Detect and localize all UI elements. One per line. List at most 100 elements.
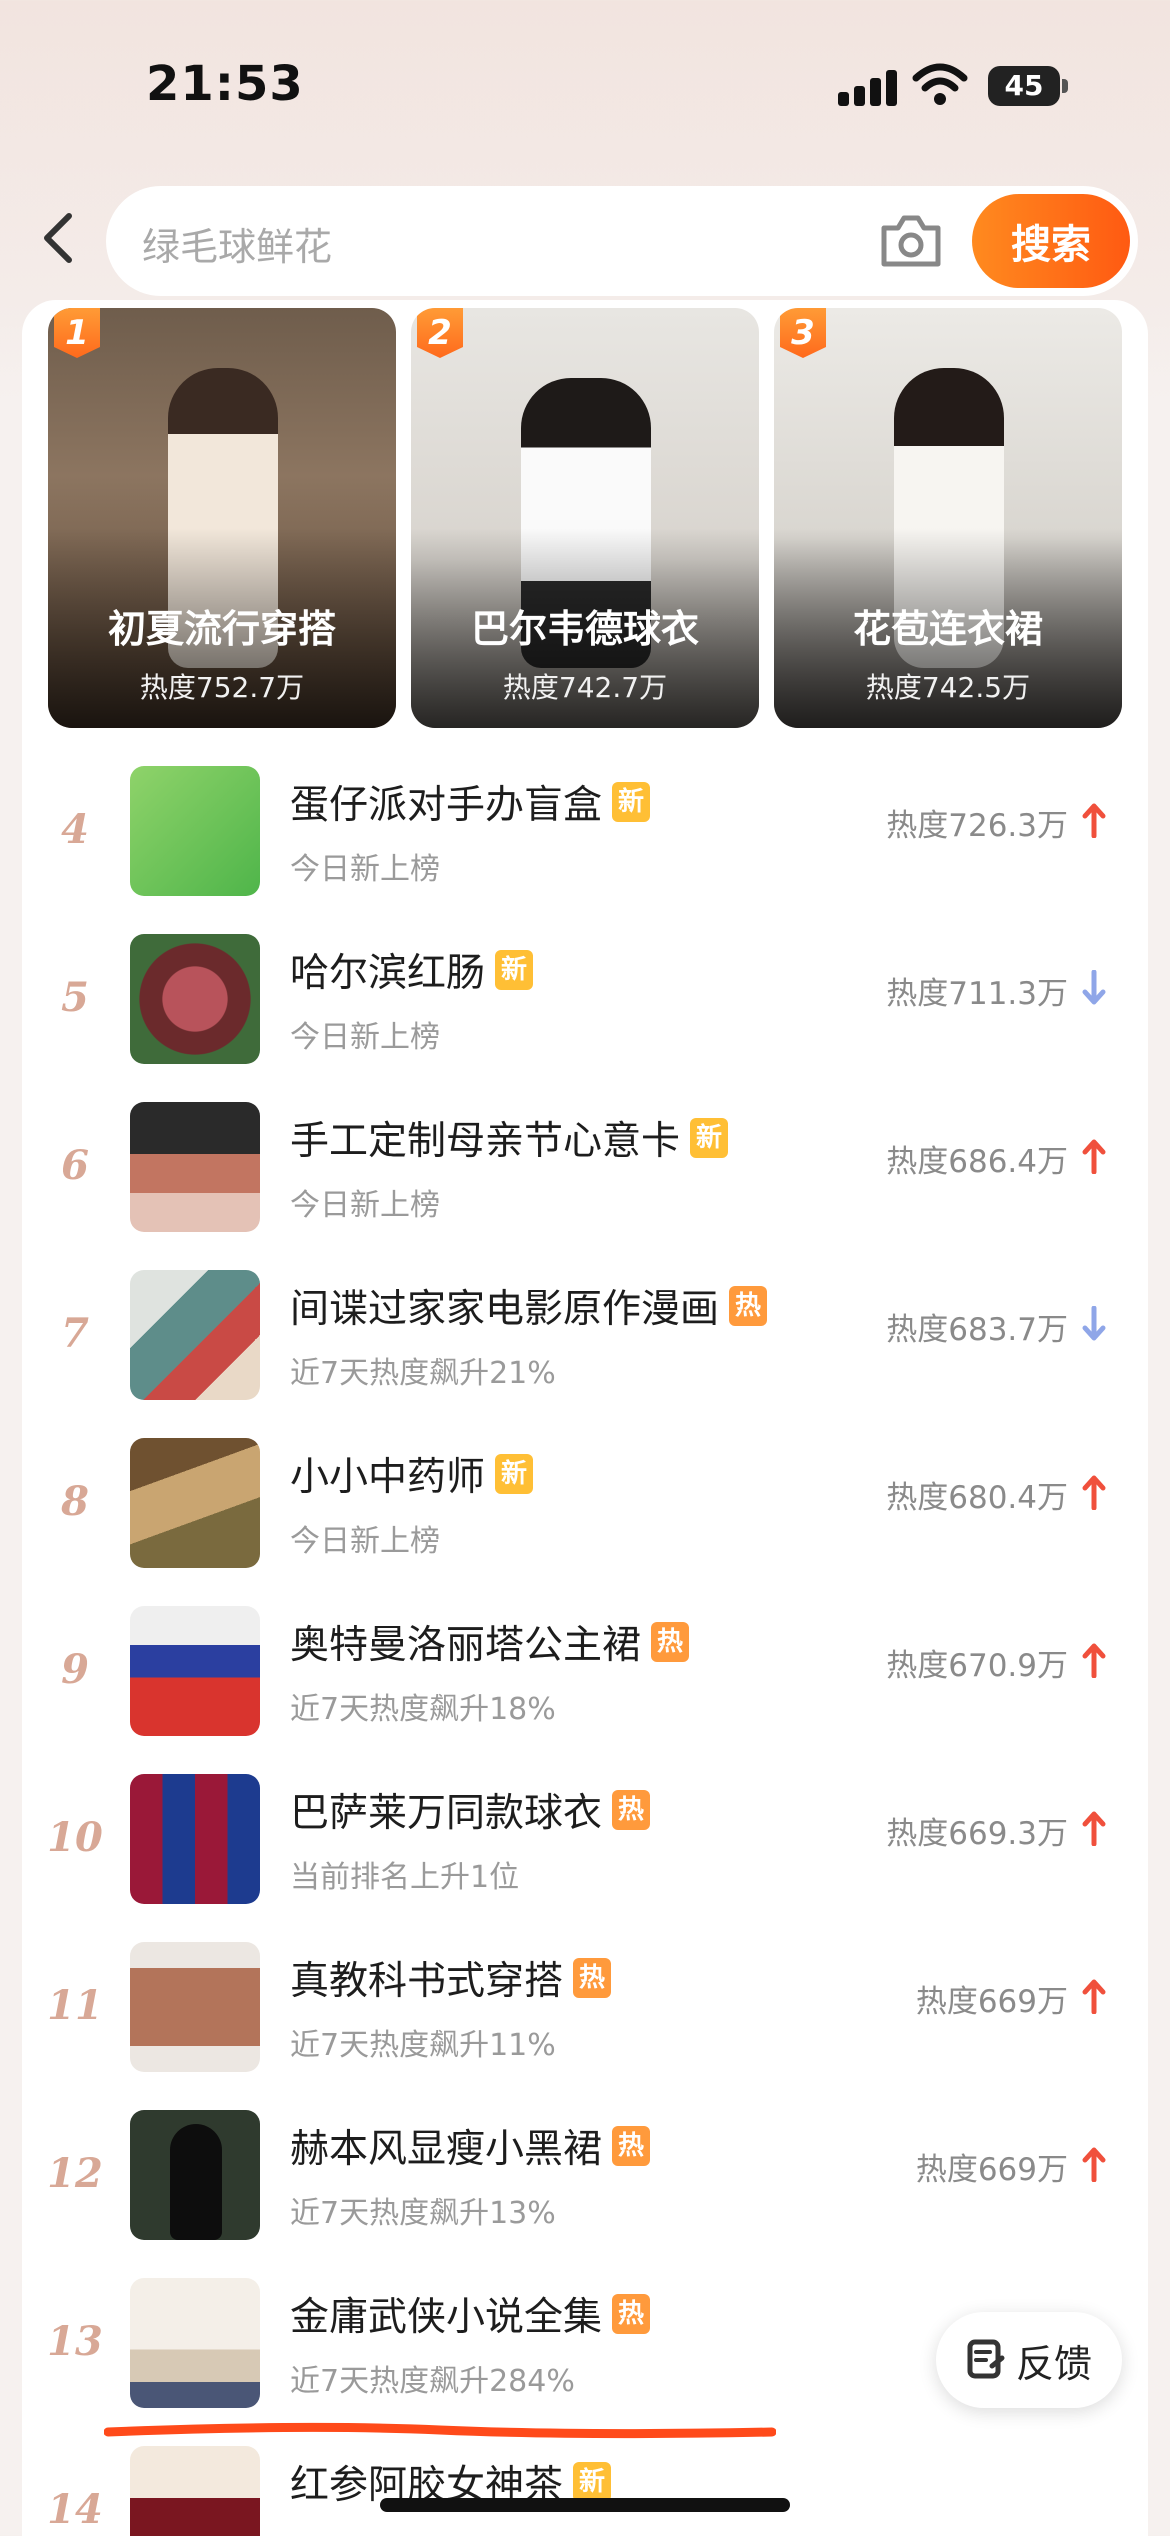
heat-value: 热度669万 bbox=[915, 2152, 1068, 2188]
item-title: 间谍过家家电影原作漫画热 bbox=[290, 1278, 768, 1334]
product-thumbnail bbox=[130, 1774, 260, 1904]
battery-level: 45 bbox=[988, 66, 1060, 106]
heat-value: 热度711.3万 bbox=[886, 976, 1068, 1012]
back-button[interactable] bbox=[30, 208, 86, 268]
item-title-text: 赫本风显瘦小黑裙 bbox=[290, 2127, 603, 2172]
search-input[interactable]: 绿毛球鲜花 bbox=[142, 216, 332, 271]
product-thumbnail bbox=[130, 1270, 260, 1400]
item-title-text: 小小中药师 bbox=[290, 1455, 486, 1500]
rank-number: 5 bbox=[61, 974, 89, 1021]
battery-icon: 45 bbox=[988, 66, 1068, 106]
item-subtitle: 近7天热度飙升284% bbox=[290, 2364, 575, 2399]
heat-value: 热度670.9万 bbox=[886, 1648, 1068, 1684]
rank-number: 4 bbox=[61, 806, 89, 853]
product-thumbnail bbox=[130, 766, 260, 896]
item-title-text: 手工定制母亲节心意卡 bbox=[290, 1119, 681, 1164]
list-item[interactable]: 5 哈尔滨红肠新 今日新上榜 热度711.3万 bbox=[22, 932, 1148, 1100]
item-title-text: 真教科书式穿搭 bbox=[290, 1959, 564, 2004]
search-bar[interactable]: 绿毛球鲜花 搜索 bbox=[106, 186, 1138, 296]
hot-tag: 热 bbox=[729, 1286, 768, 1326]
trend-up-icon bbox=[1082, 1139, 1106, 1174]
product-thumbnail bbox=[130, 1102, 260, 1232]
list-item[interactable]: 9 奥特曼洛丽塔公主裙热 近7天热度飙升18% 热度670.9万 bbox=[22, 1604, 1148, 1772]
wifi-icon bbox=[912, 63, 968, 105]
item-subtitle: 今日新上榜 bbox=[290, 1020, 440, 1055]
heat-value: 热度683.7万 bbox=[886, 1312, 1068, 1348]
trend-up-icon bbox=[1082, 1979, 1106, 2014]
item-subtitle: 当前排名上升1位 bbox=[290, 1860, 520, 1895]
item-title: 小小中药师新 bbox=[290, 1446, 534, 1502]
item-title: 真教科书式穿搭热 bbox=[290, 1950, 612, 2006]
item-title-text: 蛋仔派对手办盲盒 bbox=[290, 783, 603, 828]
new-tag: 新 bbox=[690, 1118, 729, 1158]
heat-value: 热度669.3万 bbox=[886, 1816, 1068, 1852]
product-thumbnail bbox=[130, 1606, 260, 1736]
status-time: 21:53 bbox=[146, 56, 304, 112]
rank-number: 8 bbox=[61, 1478, 89, 1525]
item-title-text: 巴萨莱万同款球衣 bbox=[290, 1791, 603, 1836]
heat-value: 热度726.3万 bbox=[886, 808, 1068, 844]
home-indicator[interactable] bbox=[380, 2498, 790, 2512]
item-title: 金庸武侠小说全集热 bbox=[290, 2286, 651, 2342]
item-subtitle: 今日新上榜 bbox=[290, 1524, 440, 1559]
product-thumbnail bbox=[130, 2278, 260, 2408]
heat-value: 热度669万 bbox=[915, 1984, 1068, 2020]
list-item[interactable]: 4 蛋仔派对手办盲盒新 今日新上榜 热度726.3万 bbox=[22, 764, 1148, 932]
item-title-text: 间谍过家家电影原作漫画 bbox=[290, 1287, 720, 1332]
trend-up-icon bbox=[1082, 1475, 1106, 1510]
item-subtitle: 近7天热度飙升18% bbox=[290, 1692, 556, 1727]
camera-icon[interactable] bbox=[878, 212, 944, 270]
list-item[interactable]: 6 手工定制母亲节心意卡新 今日新上榜 热度686.4万 bbox=[22, 1100, 1148, 1268]
feedback-button[interactable]: 反馈 bbox=[936, 2312, 1122, 2408]
trend-up-icon bbox=[1082, 1643, 1106, 1678]
product-thumbnail bbox=[130, 1438, 260, 1568]
rank-number: 11 bbox=[47, 1982, 103, 2029]
list-item[interactable]: 8 小小中药师新 今日新上榜 热度680.4万 bbox=[22, 1436, 1148, 1604]
rank-number: 7 bbox=[61, 1310, 89, 1357]
heat-value: 热度680.4万 bbox=[886, 1480, 1068, 1516]
annotation-underline bbox=[104, 2422, 776, 2439]
rank-number: 9 bbox=[61, 1646, 89, 1693]
rank-number: 10 bbox=[47, 1814, 103, 1861]
search-button[interactable]: 搜索 bbox=[972, 194, 1130, 288]
item-title-text: 金庸武侠小说全集 bbox=[290, 2295, 603, 2340]
card-heat: 热度752.7万 bbox=[139, 671, 305, 704]
card-title: 巴尔韦德球衣 bbox=[470, 607, 699, 651]
item-title: 赫本风显瘦小黑裙热 bbox=[290, 2118, 651, 2174]
feedback-icon bbox=[967, 2339, 1005, 2379]
top-card-1[interactable]: 1 初夏流行穿搭 热度752.7万 bbox=[48, 308, 396, 728]
item-subtitle: 近7天热度飙升11% bbox=[290, 2028, 556, 2063]
product-thumbnail bbox=[130, 934, 260, 1064]
item-subtitle: 今日新上榜 bbox=[290, 852, 440, 887]
item-subtitle: 近7天热度飙升21% bbox=[290, 1356, 556, 1391]
top-card-2[interactable]: 2 巴尔韦德球衣 热度742.7万 bbox=[411, 308, 759, 728]
new-tag: 新 bbox=[495, 950, 534, 990]
hot-tag: 热 bbox=[612, 2126, 651, 2166]
list-item[interactable]: 10 巴萨莱万同款球衣热 当前排名上升1位 热度669.3万 bbox=[22, 1772, 1148, 1940]
chevron-left-icon bbox=[44, 213, 72, 263]
list-item[interactable]: 14 红参阿胶女神茶新 bbox=[22, 2444, 1148, 2536]
list-item[interactable]: 7 间谍过家家电影原作漫画热 近7天热度飙升21% 热度683.7万 bbox=[22, 1268, 1148, 1436]
list-item[interactable]: 11 真教科书式穿搭热 近7天热度飙升11% 热度669万 bbox=[22, 1940, 1148, 2108]
ranking-panel: 1 初夏流行穿搭 热度752.7万 2 巴尔韦德球衣 热度742.7万 3 花苞… bbox=[22, 300, 1148, 2536]
product-thumbnail bbox=[130, 2110, 260, 2240]
cellular-signal-icon bbox=[838, 68, 900, 106]
trend-up-icon bbox=[1082, 2147, 1106, 2182]
trend-down-icon bbox=[1082, 1306, 1106, 1341]
rank-number: 13 bbox=[47, 2318, 103, 2365]
new-tag: 新 bbox=[495, 1454, 534, 1494]
hot-tag: 热 bbox=[573, 1958, 612, 1998]
list-item[interactable]: 12 赫本风显瘦小黑裙热 近7天热度飙升13% 热度669万 bbox=[22, 2108, 1148, 2276]
new-tag: 新 bbox=[612, 782, 651, 822]
item-title: 手工定制母亲节心意卡新 bbox=[290, 1110, 729, 1166]
card-title: 初夏流行穿搭 bbox=[107, 607, 336, 651]
trend-down-icon bbox=[1082, 970, 1106, 1005]
product-thumbnail bbox=[130, 1942, 260, 2072]
card-heat: 热度742.5万 bbox=[865, 671, 1031, 704]
rank-number: 14 bbox=[47, 2486, 103, 2533]
card-title: 花苞连衣裙 bbox=[852, 607, 1043, 651]
rank-number: 12 bbox=[47, 2150, 103, 2197]
trend-up-icon bbox=[1082, 1811, 1106, 1846]
top-card-3[interactable]: 3 花苞连衣裙 热度742.5万 bbox=[774, 308, 1122, 728]
item-title: 哈尔滨红肠新 bbox=[290, 942, 534, 998]
